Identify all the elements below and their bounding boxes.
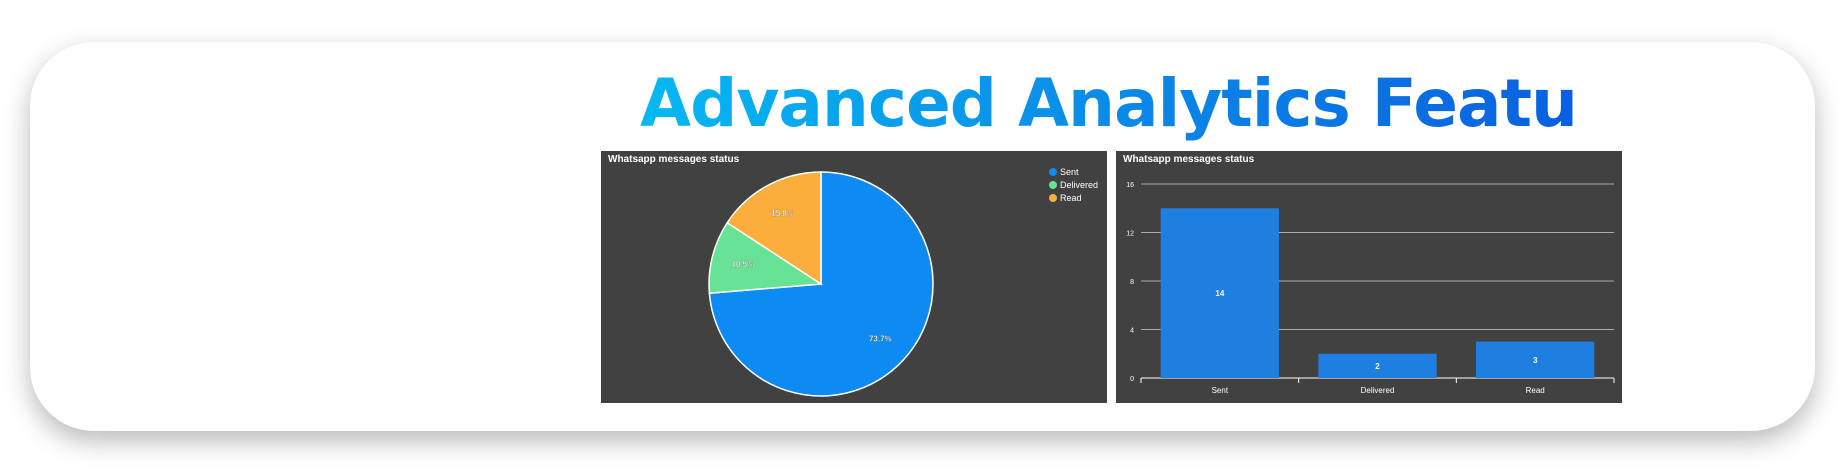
legend-item-delivered[interactable]: Delivered <box>1049 180 1098 190</box>
bar-chart-panel: Whatsapp messages status 0 4 8 12 16 14 Sent 2 D… <box>1116 151 1622 403</box>
page-title: Advanced Analytics Feature <box>640 65 1653 142</box>
legend-label-delivered: Delivered <box>1060 180 1099 190</box>
x-tick-label-sent: Sent <box>1212 386 1229 395</box>
y-tick-label: 4 <box>1130 328 1134 335</box>
legend-label-sent: Sent <box>1060 167 1079 177</box>
pie-data-label-delivered: 10.5% <box>731 260 754 269</box>
legend-marker-read <box>1049 194 1057 202</box>
pie-chart: 73.7% 10.5% 15.8% <box>708 171 934 397</box>
pie-data-label-read: 15.8% <box>771 209 794 218</box>
legend-label-read: Read <box>1060 193 1082 203</box>
y-tick-label: 8 <box>1130 279 1134 286</box>
pie-data-label-sent: 73.7% <box>869 335 892 344</box>
y-tick-label: 0 <box>1130 376 1134 383</box>
x-tick-label-read: Read <box>1526 386 1545 395</box>
y-tick-label: 16 <box>1126 182 1134 189</box>
bar-data-label-delivered: 2 <box>1375 362 1380 371</box>
legend-item-read[interactable]: Read <box>1049 193 1082 203</box>
x-tick-label-delivered: Delivered <box>1361 386 1395 395</box>
bar-data-label-sent: 14 <box>1215 289 1224 298</box>
pie-chart-panel: Whatsapp messages status 73.7% 10.5% 15.8%… <box>601 151 1107 403</box>
legend-marker-sent <box>1049 168 1057 176</box>
legend-marker-delivered <box>1049 181 1057 189</box>
bar-chart: 0 4 8 12 16 14 Sent 2 Delivered 3 Read <box>1126 182 1615 395</box>
legend-item-sent[interactable]: Sent <box>1049 167 1079 177</box>
bar-data-label-read: 3 <box>1533 356 1538 365</box>
y-tick-label: 12 <box>1126 231 1134 238</box>
